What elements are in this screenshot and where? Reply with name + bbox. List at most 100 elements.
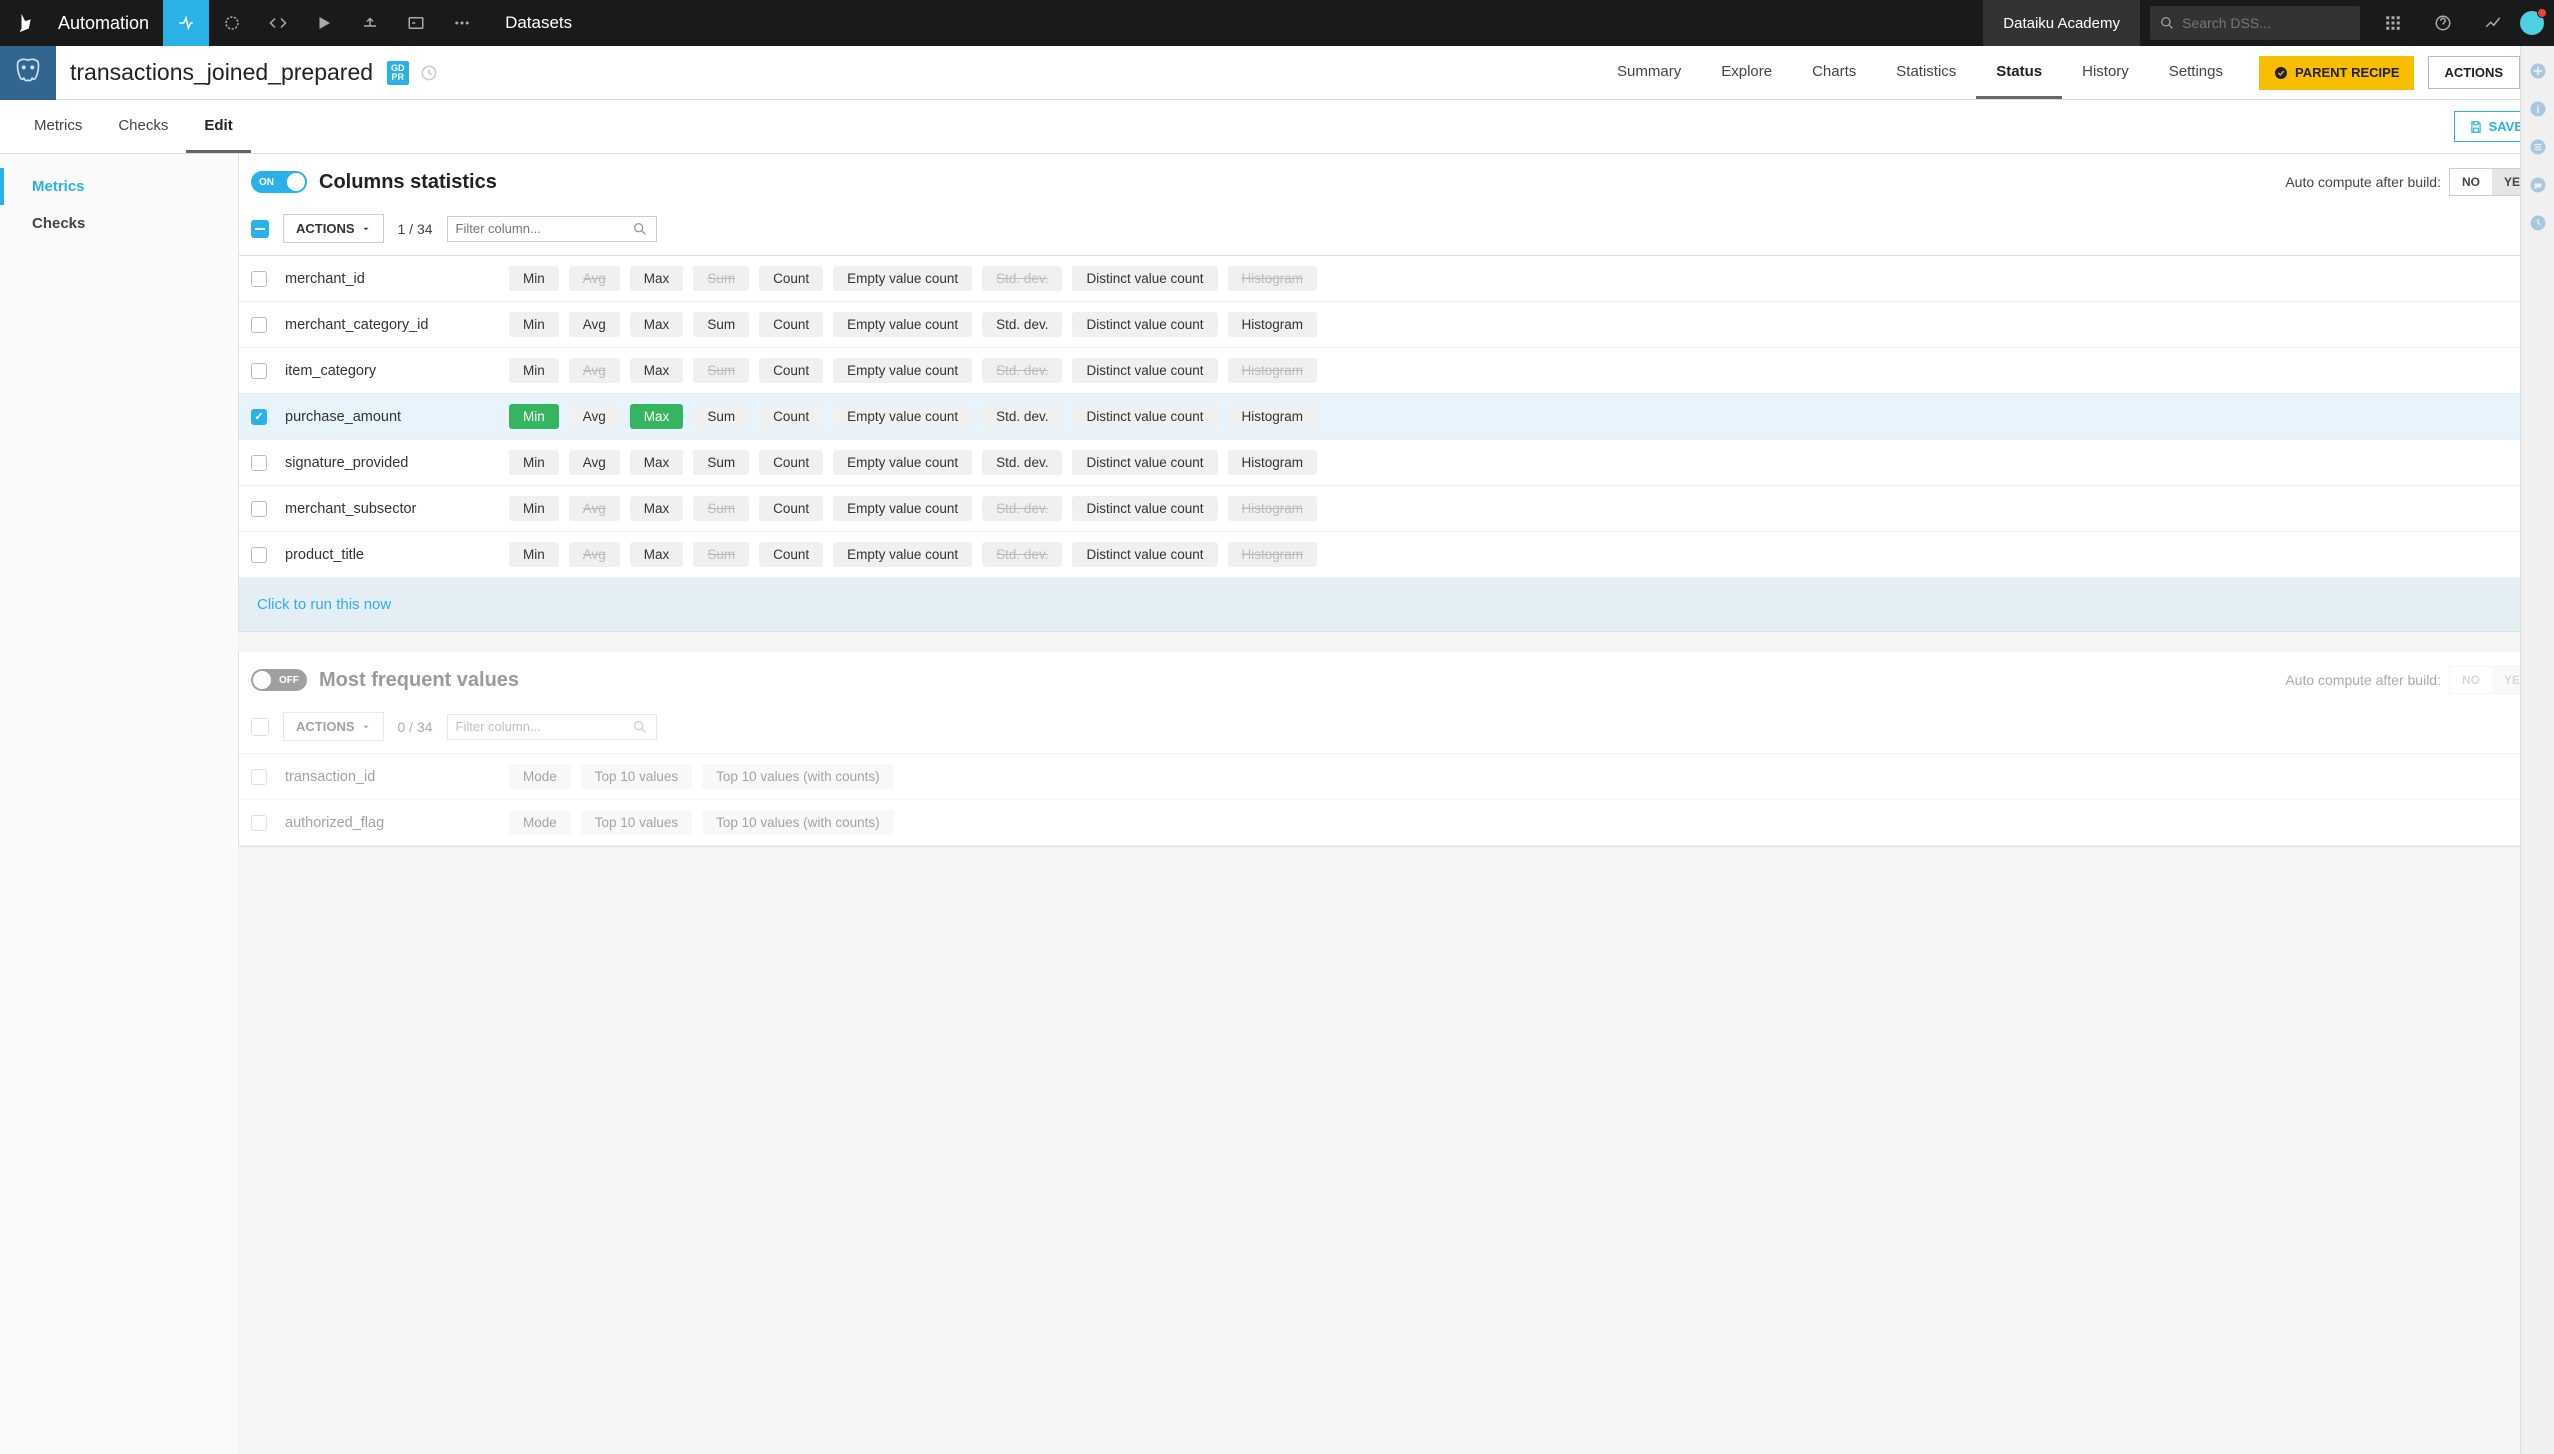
rail-history-icon[interactable]	[2527, 212, 2549, 234]
stat-pill[interactable]: Sum	[693, 542, 749, 567]
stat-pill[interactable]: Max	[630, 496, 684, 521]
stat-pill[interactable]: Distinct value count	[1072, 542, 1217, 567]
column-checkbox[interactable]	[251, 363, 267, 379]
sidebar-item-checks[interactable]: Checks	[0, 205, 238, 242]
stat-pill[interactable]: Distinct value count	[1072, 312, 1217, 337]
sidebar-item-metrics[interactable]: Metrics	[0, 168, 238, 205]
column-checkbox[interactable]	[251, 409, 267, 425]
filter-column-box-freq[interactable]	[447, 714, 657, 740]
search-input[interactable]	[2182, 15, 2350, 31]
stat-pill[interactable]: Mode	[509, 810, 571, 835]
select-all-checkbox[interactable]	[251, 220, 269, 238]
toggle-most-frequent[interactable]: OFF	[251, 669, 307, 691]
stat-pill[interactable]: Min	[509, 542, 559, 567]
column-checkbox[interactable]	[251, 769, 267, 785]
parent-recipe-button[interactable]: PARENT RECIPE	[2259, 56, 2414, 90]
stat-pill[interactable]: Histogram	[1228, 358, 1318, 383]
stat-pill[interactable]: Distinct value count	[1072, 450, 1217, 475]
deploy-icon[interactable]	[347, 0, 393, 46]
stat-pill[interactable]: Sum	[693, 312, 749, 337]
stat-pill[interactable]: Min	[509, 496, 559, 521]
stat-pill[interactable]: Sum	[693, 358, 749, 383]
stat-pill[interactable]: Top 10 values (with counts)	[702, 764, 894, 789]
stat-pill[interactable]: Empty value count	[833, 404, 972, 429]
stat-pill[interactable]: Empty value count	[833, 312, 972, 337]
project-name[interactable]: Automation	[54, 13, 163, 34]
stat-pill[interactable]: Mode	[509, 764, 571, 789]
stat-pill[interactable]: Min	[509, 450, 559, 475]
stat-pill[interactable]: Distinct value count	[1072, 496, 1217, 521]
stat-pill[interactable]: Std. dev.	[982, 496, 1062, 521]
stat-pill[interactable]: Max	[630, 404, 684, 429]
run-now-link[interactable]: Click to run this now	[257, 596, 391, 613]
stat-pill[interactable]: Top 10 values	[581, 810, 692, 835]
tab-status[interactable]: Status	[1976, 46, 2062, 99]
apps-icon[interactable]	[2370, 0, 2416, 46]
stat-pill[interactable]: Sum	[693, 496, 749, 521]
filter-column-input[interactable]	[456, 221, 632, 236]
stat-pill[interactable]: Max	[630, 450, 684, 475]
rail-chat-icon[interactable]	[2527, 174, 2549, 196]
stat-pill[interactable]: Max	[630, 312, 684, 337]
stat-pill[interactable]: Avg	[569, 450, 620, 475]
stat-pill[interactable]: Count	[759, 542, 823, 567]
stat-pill[interactable]: Min	[509, 266, 559, 291]
stat-pill[interactable]: Std. dev.	[982, 542, 1062, 567]
stat-pill[interactable]: Avg	[569, 266, 620, 291]
stat-pill[interactable]: Std. dev.	[982, 404, 1062, 429]
nav-datasets[interactable]: Datasets	[485, 0, 592, 46]
stat-pill[interactable]: Max	[630, 542, 684, 567]
rail-info-icon[interactable]: i	[2527, 98, 2549, 120]
stat-pill[interactable]: Empty value count	[833, 542, 972, 567]
column-checkbox[interactable]	[251, 317, 267, 333]
column-checkbox[interactable]	[251, 455, 267, 471]
stat-pill[interactable]: Count	[759, 496, 823, 521]
column-checkbox[interactable]	[251, 815, 267, 831]
stat-pill[interactable]: Count	[759, 358, 823, 383]
stat-pill[interactable]: Sum	[693, 450, 749, 475]
column-checkbox[interactable]	[251, 501, 267, 517]
stat-pill[interactable]: Histogram	[1228, 450, 1318, 475]
stat-pill[interactable]: Min	[509, 404, 559, 429]
stat-pill[interactable]: Distinct value count	[1072, 358, 1217, 383]
dashboard-icon[interactable]	[393, 0, 439, 46]
filter-column-box[interactable]	[447, 216, 657, 242]
stat-pill[interactable]: Empty value count	[833, 450, 972, 475]
rail-list-icon[interactable]	[2527, 136, 2549, 158]
stat-pill[interactable]: Std. dev.	[982, 450, 1062, 475]
stat-pill[interactable]: Avg	[569, 496, 620, 521]
help-icon[interactable]	[2420, 0, 2466, 46]
stat-pill[interactable]: Max	[630, 358, 684, 383]
actions-dropdown[interactable]: ACTIONS	[283, 214, 384, 243]
actions-dropdown-freq[interactable]: ACTIONS	[283, 712, 384, 741]
activity-icon[interactable]	[2470, 0, 2516, 46]
stat-pill[interactable]: Min	[509, 358, 559, 383]
tab-summary[interactable]: Summary	[1597, 46, 1701, 99]
column-checkbox[interactable]	[251, 547, 267, 563]
tab-statistics[interactable]: Statistics	[1876, 46, 1976, 99]
stat-pill[interactable]: Histogram	[1228, 312, 1318, 337]
stat-pill[interactable]: Count	[759, 404, 823, 429]
subnav-edit[interactable]: Edit	[186, 100, 250, 153]
stat-pill[interactable]: Empty value count	[833, 266, 972, 291]
subnav-metrics[interactable]: Metrics	[16, 100, 100, 153]
stat-pill[interactable]: Histogram	[1228, 404, 1318, 429]
stat-pill[interactable]: Sum	[693, 266, 749, 291]
stat-pill[interactable]: Histogram	[1228, 266, 1318, 291]
code-icon[interactable]	[255, 0, 301, 46]
toggle-columns-stats[interactable]: ON	[251, 171, 307, 193]
filter-column-input-freq[interactable]	[456, 719, 632, 734]
stat-pill[interactable]: Min	[509, 312, 559, 337]
stat-pill[interactable]: Avg	[569, 312, 620, 337]
subnav-checks[interactable]: Checks	[100, 100, 186, 153]
circle-icon[interactable]	[209, 0, 255, 46]
stat-pill[interactable]: Avg	[569, 542, 620, 567]
rail-add-icon[interactable]	[2527, 60, 2549, 82]
actions-button[interactable]: ACTIONS	[2428, 56, 2521, 89]
stat-pill[interactable]: Empty value count	[833, 496, 972, 521]
play-icon[interactable]	[301, 0, 347, 46]
more-icon[interactable]	[439, 0, 485, 46]
tab-explore[interactable]: Explore	[1701, 46, 1792, 99]
stat-pill[interactable]: Distinct value count	[1072, 266, 1217, 291]
stat-pill[interactable]: Histogram	[1228, 496, 1318, 521]
